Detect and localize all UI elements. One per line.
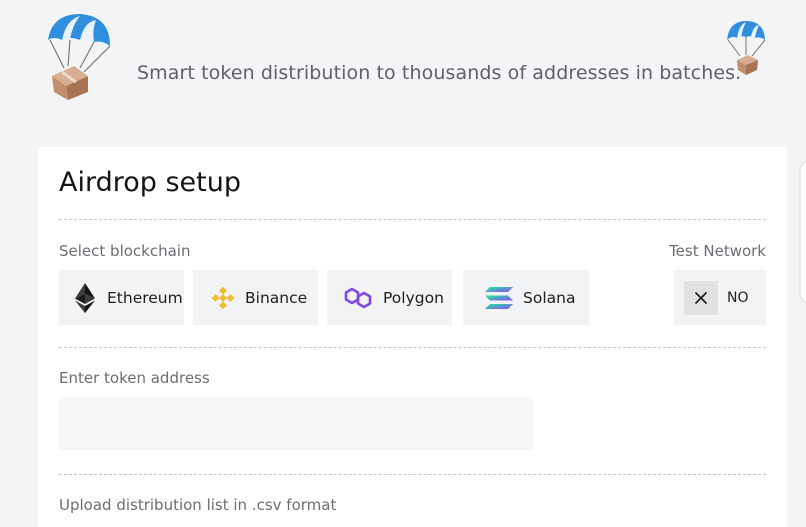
binance-icon bbox=[211, 286, 235, 310]
divider bbox=[59, 474, 766, 475]
chain-button-solana[interactable]: Solana bbox=[463, 270, 589, 325]
select-blockchain-label: Select blockchain bbox=[59, 242, 191, 260]
chain-label: Polygon bbox=[383, 288, 444, 307]
upload-csv-label: Upload distribution list in .csv format bbox=[59, 496, 337, 514]
chain-button-ethereum[interactable]: Ethereum bbox=[59, 270, 184, 325]
chain-label: Solana bbox=[523, 288, 576, 307]
chain-label: Binance bbox=[245, 288, 308, 307]
parachute-small-icon bbox=[724, 20, 768, 76]
polygon-icon bbox=[343, 286, 373, 310]
test-network-label: Test Network bbox=[669, 242, 766, 260]
chain-button-polygon[interactable]: Polygon bbox=[327, 270, 452, 325]
chain-button-binance[interactable]: Binance bbox=[193, 270, 318, 325]
test-network-value: NO bbox=[727, 289, 749, 306]
airdrop-setup-card: Airdrop setup Select blockchain Test Net… bbox=[38, 147, 787, 527]
token-address-label: Enter token address bbox=[59, 369, 210, 387]
divider bbox=[59, 219, 766, 220]
chain-label: Ethereum bbox=[107, 288, 183, 307]
solana-icon bbox=[485, 286, 513, 310]
side-panel-edge bbox=[799, 160, 806, 304]
token-address-input[interactable] bbox=[59, 397, 533, 450]
parachute-logo-icon bbox=[44, 12, 114, 102]
header-tagline: Smart token distribution to thousands of… bbox=[137, 62, 742, 84]
close-icon bbox=[684, 280, 718, 315]
test-network-toggle[interactable]: NO bbox=[674, 270, 766, 325]
ethereum-icon bbox=[73, 282, 97, 313]
page-title: Airdrop setup bbox=[59, 167, 241, 198]
divider bbox=[59, 347, 766, 348]
